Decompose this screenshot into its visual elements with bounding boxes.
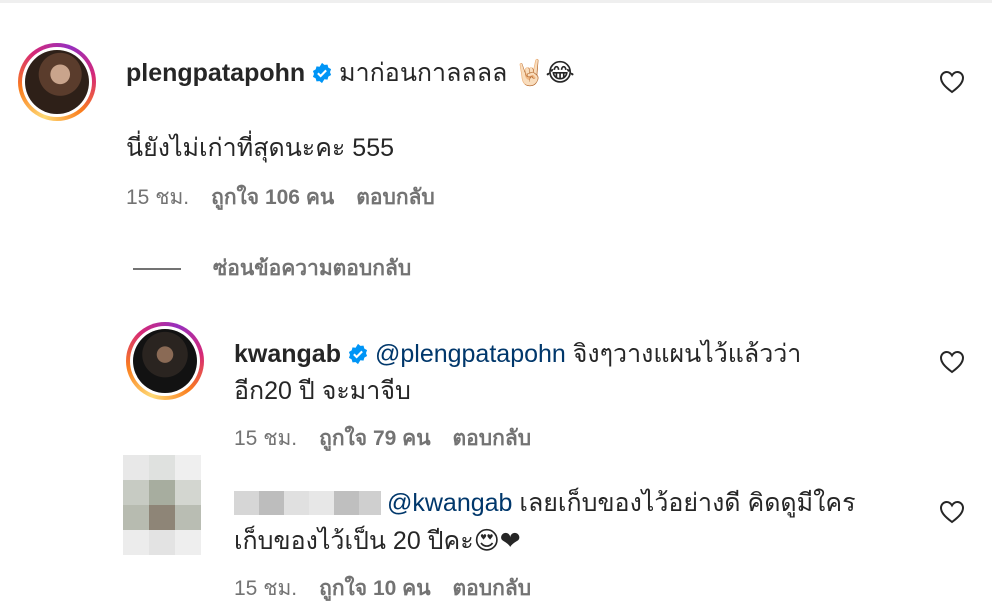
reply-meta: 15 ชม. ถูกใจ 79 คน ตอบกลับ <box>234 425 553 453</box>
reply-text-line1: @kwangab เลยเก็บของไว้อย่างดี คิดดูมีใคร <box>234 486 856 520</box>
reply-button[interactable]: ตอบกลับ <box>356 186 435 209</box>
reply-meta: 15 ชม. ถูกใจ 10 คน ตอบกลับ <box>234 575 553 603</box>
avatar[interactable] <box>18 43 96 121</box>
reply-text: เลยเก็บของไว้อย่างดี คิดดูมีใคร <box>512 489 856 517</box>
likes-count[interactable]: ถูกใจ 10 คน <box>319 577 430 600</box>
avatar[interactable] <box>126 322 204 400</box>
username[interactable]: plengpatapohn <box>126 59 305 87</box>
mention-link[interactable]: @kwangab <box>387 489 512 517</box>
verified-badge-icon <box>347 340 369 374</box>
heart-icon[interactable] <box>939 70 965 94</box>
timestamp: 15 ชม. <box>126 186 190 209</box>
divider-line <box>133 268 181 271</box>
top-divider <box>0 0 992 3</box>
timestamp: 15 ชม. <box>234 577 298 600</box>
reply-button[interactable]: ตอบกลับ <box>453 577 532 600</box>
comment-text-line2: นี่ยังไม่เก่าที่สุดนะคะ 555 <box>126 134 395 162</box>
comment-text: มาก่อนกาลลลล 🤘🏻😂 <box>339 59 575 87</box>
heart-icon[interactable] <box>939 500 965 524</box>
avatar[interactable] <box>123 455 201 555</box>
mention-link[interactable]: @plengpatapohn <box>375 340 566 368</box>
likes-count[interactable]: ถูกใจ 79 คน <box>319 427 430 450</box>
hide-replies-button[interactable]: ซ่อนข้อความตอบกลับ <box>133 255 411 283</box>
username[interactable]: kwangab <box>234 340 341 368</box>
comment-text-line1: plengpatapohn มาก่อนกาลลลล 🤘🏻😂 <box>126 56 575 93</box>
reply-text: จิงๆวางแผนไว้แล้วว่า <box>565 340 802 368</box>
verified-badge-icon <box>311 59 333 93</box>
timestamp: 15 ชม. <box>234 427 298 450</box>
heart-icon[interactable] <box>939 350 965 374</box>
username-redacted[interactable] <box>234 490 381 515</box>
reply-text-line1: kwangab @plengpatapohn จิงๆวางแผนไว้แล้วว… <box>234 337 801 374</box>
likes-count[interactable]: ถูกใจ 106 คน <box>211 186 334 209</box>
reply-text-line2: อีก20 ปี จะมาจีบ <box>234 377 411 405</box>
reply-button[interactable]: ตอบกลับ <box>453 427 532 450</box>
comment-meta: 15 ชม. ถูกใจ 106 คน ตอบกลับ <box>126 184 457 212</box>
hide-replies-label: ซ่อนข้อความตอบกลับ <box>213 257 412 280</box>
reply-text-line2: เก็บของไว้เป็น 20 ปีคะ😍❤ <box>234 527 521 555</box>
